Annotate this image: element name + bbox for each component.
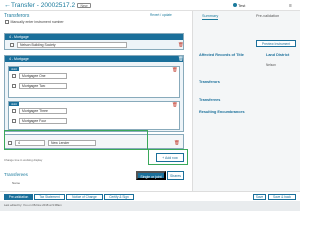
- row-checkbox[interactable]: [12, 109, 16, 113]
- page-title: Transfer - 20002517.2: [11, 2, 76, 9]
- mortgage-block-1: 4 - Mortgage Nelson Building Society 🗑: [4, 33, 184, 50]
- save-button[interactable]: Save: [253, 194, 266, 200]
- mortgage-header-2: 4 - Mortgage: [5, 56, 183, 62]
- status-badge: New: [77, 2, 91, 8]
- tab-certify-sign[interactable]: Certify & Sign: [104, 194, 134, 200]
- single-or-joint-button[interactable]: Single or joint: [136, 171, 166, 180]
- affected-records-label: Affected Records of Title: [199, 53, 244, 57]
- revert-link[interactable]: Revert / update: [150, 13, 172, 17]
- mortgagee-field[interactable]: Mortgagee One: [19, 73, 67, 79]
- transferors-panel: Transferors Revert / update Manually ent…: [0, 11, 192, 197]
- delete-icon[interactable]: 🗑: [178, 42, 184, 48]
- joint-group-1: Joint 🗑 Mortgagee One Mortgagee Two: [8, 66, 180, 98]
- land-district-value: Nelson: [266, 63, 276, 67]
- shares-button[interactable]: Shares: [167, 171, 184, 180]
- resulting-encumbrances-label: Resulting Encumbrances: [199, 110, 245, 114]
- name-column-label: Name: [12, 181, 21, 185]
- row-checkbox[interactable]: [12, 119, 16, 123]
- list-item: Nelson Building Society 🗑: [10, 42, 184, 48]
- delete-icon[interactable]: 🗑: [178, 56, 184, 62]
- joint-chip: Joint: [9, 66, 19, 71]
- add-row-button[interactable]: + Add row: [156, 153, 184, 162]
- transferors-summary-label: Transferors: [199, 80, 220, 84]
- save-and-back-button[interactable]: Save & back: [268, 194, 296, 200]
- mortgagee-field[interactable]: Mortgagee Two: [19, 83, 67, 89]
- joint-chip: Joint: [9, 101, 19, 106]
- delete-icon[interactable]: 🗑: [172, 67, 178, 73]
- summary-panel: Summary Pre-validation Preview Instrumen…: [192, 11, 300, 197]
- summary-tabs: Summary Pre-validation: [193, 13, 301, 20]
- user-name: Test: [238, 2, 246, 8]
- delete-icon[interactable]: 🗑: [174, 140, 180, 146]
- preview-instrument-button[interactable]: Preview Instrument: [256, 40, 296, 47]
- status-bar: Last edited by: You on 08-Nov-2018 at 9:…: [0, 201, 300, 211]
- transferor-name-field[interactable]: Nelson Building Society: [17, 42, 127, 48]
- transferees-title: Transferees: [4, 172, 28, 177]
- tab-tax-statement[interactable]: Tax Statement: [34, 194, 65, 200]
- tab-notice-of-change[interactable]: Notice of Change: [66, 194, 103, 200]
- avatar-icon: [233, 3, 237, 8]
- section-title: Transferors: [4, 13, 30, 19]
- manual-entry-option[interactable]: Manually enter instrument number: [5, 20, 64, 24]
- row-checkbox[interactable]: [12, 84, 16, 88]
- mortgagee-field[interactable]: Mortgagee Three: [19, 108, 67, 114]
- tab-prevalidation[interactable]: Pre-validation: [256, 13, 279, 20]
- manual-entry-label: Manually enter instrument number: [10, 20, 64, 24]
- joint-group-2: Joint 🗑 Mortgagee Three Mortgagee Four: [8, 101, 180, 130]
- mortgage-block-2: 4 - Mortgage 🗑 Joint 🗑 Mortgagee One Mor…: [4, 55, 184, 132]
- delete-icon[interactable]: 🗑: [172, 102, 178, 108]
- user-menu[interactable]: Test: [233, 3, 245, 8]
- back-arrow-icon[interactable]: ←: [4, 2, 11, 9]
- tab-summary[interactable]: Summary: [202, 13, 219, 20]
- transferees-summary-label: Transferees: [199, 98, 221, 102]
- change-note: Change true in working display: [4, 158, 43, 162]
- row-checkbox[interactable]: [10, 43, 14, 47]
- tab-pre-validation[interactable]: Pre-validation: [4, 194, 33, 200]
- menu-icon[interactable]: ≡: [289, 3, 292, 9]
- mortgagee-field[interactable]: Mortgagee Four: [19, 118, 67, 124]
- manual-entry-checkbox[interactable]: [5, 20, 9, 24]
- mortgage-header-1: 4 - Mortgage: [5, 34, 183, 40]
- top-bar: ← Transfer - 20002517.2 New Test ≡: [0, 0, 300, 11]
- bottom-toolbar: Pre-validation Tax Statement Notice of C…: [0, 191, 300, 201]
- land-district-label: Land District: [266, 53, 290, 57]
- row-checkbox[interactable]: [12, 74, 16, 78]
- highlight-box-row: [4, 130, 148, 150]
